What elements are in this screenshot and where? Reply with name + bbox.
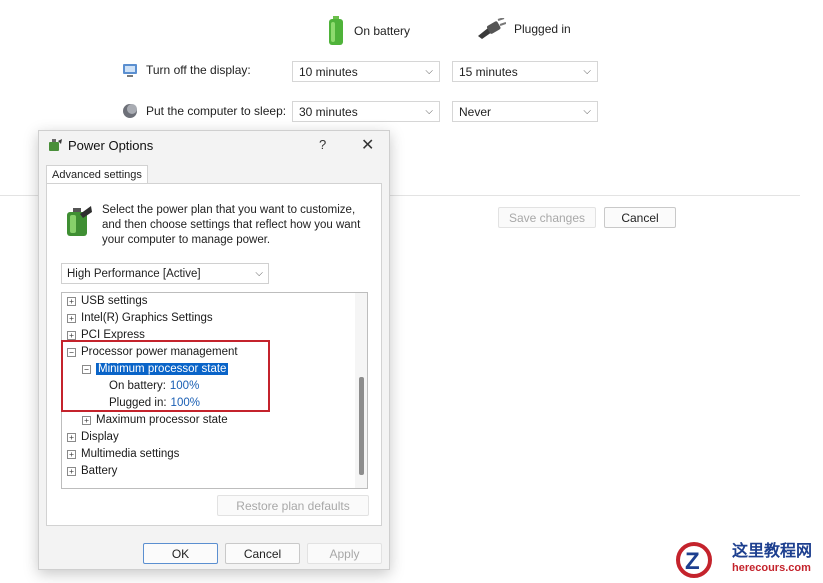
close-button[interactable]: ✕ (361, 135, 374, 155)
restore-plan-defaults-button[interactable]: Restore plan defaults (217, 495, 369, 516)
tree-item-maximum-processor-state[interactable]: + Maximum processor state (82, 412, 228, 428)
tree-scrollbar[interactable] (355, 293, 367, 488)
svg-text:Z: Z (685, 548, 700, 575)
tree-item-label: USB settings (81, 295, 148, 307)
expand-icon[interactable]: + (67, 330, 76, 340)
tree-item-label: Multimedia settings (81, 448, 180, 460)
chevron-down-icon: ⌵ (583, 66, 591, 77)
chevron-down-icon: ⌵ (425, 66, 433, 77)
cancel-button[interactable]: Cancel (225, 543, 300, 564)
display-on-battery-value: 10 minutes (299, 64, 358, 79)
expand-icon[interactable]: + (67, 432, 76, 442)
highlight-box (61, 340, 270, 412)
tree-item-label: Maximum processor state (96, 414, 228, 426)
display-plugged-in-dropdown[interactable]: 15 minutes ⌵ (452, 61, 598, 82)
tree-item-label: Battery (81, 465, 118, 477)
tree-item-multimedia-settings[interactable]: + Multimedia settings (67, 446, 179, 462)
power-plug-icon (478, 18, 506, 39)
display-icon (123, 64, 137, 77)
battery-icon (329, 16, 343, 45)
sleep-label: Put the computer to sleep: (146, 104, 287, 118)
power-plan-dropdown[interactable]: High Performance [Active] ⌵ (61, 263, 269, 284)
on-battery-label: On battery (354, 24, 411, 38)
sleep-plugged-in-value: Never (459, 104, 492, 119)
dialog-title: Power Options (68, 137, 154, 153)
save-changes-button[interactable]: Save changes (498, 207, 596, 228)
turn-off-display-row: Turn off the display: (122, 62, 251, 78)
power-plan-value: High Performance [Active] (67, 267, 201, 280)
plugged-in-label: Plugged in (514, 22, 571, 36)
expand-icon[interactable]: + (67, 313, 76, 323)
tree-item-battery[interactable]: + Battery (67, 463, 117, 479)
ok-button[interactable]: OK (143, 543, 218, 564)
chevron-down-icon: ⌵ (583, 106, 591, 117)
sleep-plugged-in-dropdown[interactable]: Never ⌵ (452, 101, 598, 122)
sleep-row: Put the computer to sleep: (122, 103, 286, 119)
sleep-on-battery-value: 30 minutes (299, 104, 358, 119)
chevron-down-icon: ⌵ (425, 106, 433, 117)
tab-advanced-settings[interactable]: Advanced settings (46, 165, 148, 184)
dialog-titlebar: Power Options ? ✕ (39, 131, 389, 159)
watermark-text: 这里教程网 herecours.com (732, 543, 812, 577)
expand-icon[interactable]: + (67, 449, 76, 459)
plugged-in-header: Plugged in (476, 18, 571, 40)
watermark-url: herecours.com (732, 562, 811, 574)
display-plugged-in-value: 15 minutes (459, 64, 518, 79)
watermark: Z 这里教程网 herecours.com (672, 540, 812, 580)
power-options-dialog: Power Options ? ✕ Advanced settings Sele… (38, 130, 390, 570)
tree-item-intel-graphics[interactable]: + Intel(R) Graphics Settings (67, 310, 213, 326)
apply-button[interactable]: Apply (307, 543, 382, 564)
tree-item-usb-settings[interactable]: + USB settings (67, 293, 147, 309)
intro-text: Select the power plan that you want to c… (102, 204, 361, 246)
tree-item-label: Intel(R) Graphics Settings (81, 312, 213, 324)
sleep-moon-icon (123, 104, 137, 118)
display-on-battery-dropdown[interactable]: 10 minutes ⌵ (292, 61, 440, 82)
watermark-logo-icon: Z (676, 542, 712, 578)
tree-item-label: Display (81, 431, 119, 443)
turn-off-display-label: Turn off the display: (146, 63, 251, 77)
sleep-on-battery-dropdown[interactable]: 30 minutes ⌵ (292, 101, 440, 122)
tree-item-display[interactable]: + Display (67, 429, 119, 445)
battery-plug-icon (67, 206, 92, 236)
plan-cancel-button[interactable]: Cancel (604, 207, 676, 228)
watermark-title: 这里教程网 (732, 543, 813, 560)
expand-icon[interactable]: + (82, 415, 91, 425)
chevron-down-icon: ⌵ (255, 268, 263, 279)
on-battery-header: On battery (326, 16, 410, 46)
scrollbar-thumb[interactable] (359, 377, 364, 475)
help-button[interactable]: ? (319, 137, 326, 152)
power-options-icon (49, 139, 62, 151)
expand-icon[interactable]: + (67, 296, 76, 306)
expand-icon[interactable]: + (67, 466, 76, 476)
